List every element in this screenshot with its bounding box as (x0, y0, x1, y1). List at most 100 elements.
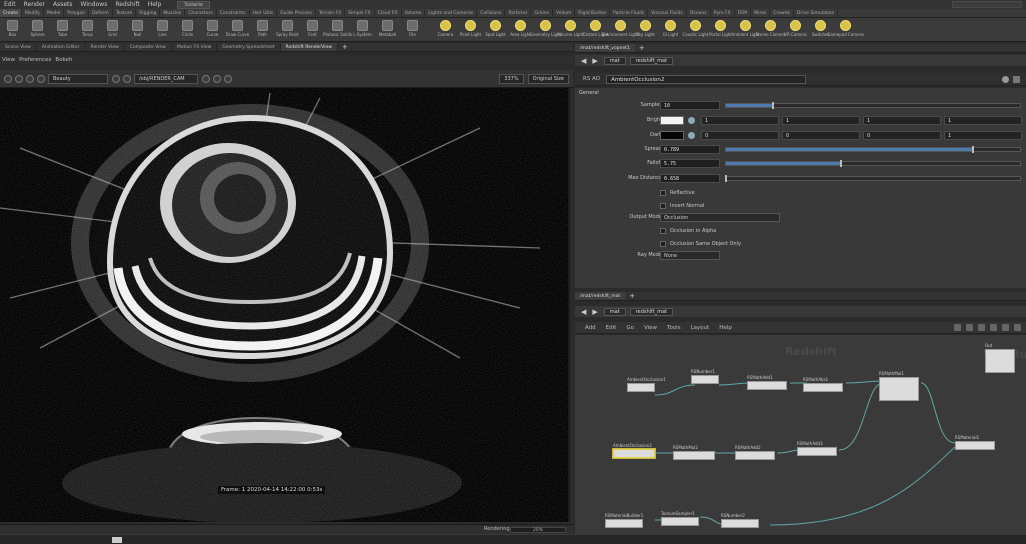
shelf-tab[interactable]: Lights and Cameras (425, 9, 478, 17)
left-pane-tab[interactable]: Motion FX View (172, 43, 218, 51)
add-network-tab-icon[interactable]: + (625, 292, 639, 300)
lock-icon[interactable] (123, 74, 131, 83)
node-body[interactable] (673, 451, 715, 460)
param-value-field[interactable]: 10 (660, 101, 720, 110)
node-body[interactable] (747, 381, 787, 390)
network-editor[interactable]: Redshift VEX Builder AmbientOcclusion1RS… (575, 335, 1026, 534)
shelf-tool[interactable]: Area Light (508, 18, 533, 42)
slider-handle[interactable] (725, 175, 727, 182)
shelf-tool[interactable]: L-System (350, 18, 375, 42)
shelf-tool[interactable]: Geometry Light (530, 18, 561, 42)
node-name-field[interactable]: AmbientOcclusion2 (606, 74, 807, 84)
network-node[interactable]: RSMathMul1 (879, 371, 919, 401)
shelf-tool[interactable]: Gamepad Camera (827, 18, 864, 42)
shelf-tool[interactable]: Font (300, 18, 325, 42)
menu-bokeh[interactable]: Bokeh (53, 56, 74, 64)
net-menu-help[interactable]: Help (719, 325, 732, 331)
shelf-tool[interactable]: Curve (200, 18, 225, 42)
shelf-tool[interactable]: Spray Paint (275, 18, 300, 42)
shelf-tool[interactable]: Path (250, 18, 275, 42)
wrench-icon[interactable] (954, 324, 961, 331)
param-checkbox[interactable] (660, 241, 666, 247)
shelf-tab[interactable]: Cloud FX (375, 9, 402, 17)
menu-render[interactable]: Render (20, 1, 49, 8)
shelf-tab[interactable]: Vellum (553, 9, 576, 17)
menu-assets[interactable]: Assets (49, 1, 77, 8)
net-forward-arrow-icon[interactable]: ▶ (592, 308, 597, 316)
network-node[interactable]: RSMaterialBuilder1 (605, 513, 643, 534)
snap-icon[interactable] (978, 324, 985, 331)
shelf-tool[interactable]: Metaball (375, 18, 400, 42)
timeline-bar[interactable] (0, 534, 1026, 544)
node-body[interactable] (661, 517, 699, 526)
focus-icon[interactable] (213, 74, 221, 83)
render-start-icon[interactable] (4, 74, 12, 83)
net-menu-view[interactable]: View (644, 325, 657, 331)
color-component-field[interactable]: 1 (863, 116, 941, 125)
left-pane-tab[interactable]: Composite View (125, 43, 172, 51)
net-crumb-mat[interactable]: mat (603, 307, 626, 316)
shelf-tool[interactable]: File (400, 18, 425, 42)
network-node[interactable]: RSMathAdd3 (797, 441, 837, 463)
menu-edit[interactable]: Edit (0, 1, 20, 8)
param-slider[interactable] (725, 102, 1021, 109)
param-checkbox[interactable] (660, 190, 666, 196)
left-pane-tab[interactable]: Animation Editor (37, 43, 86, 51)
forward-arrow-icon[interactable]: ▶ (592, 57, 597, 65)
shelf-tool[interactable]: Stereo Camera (756, 18, 786, 42)
node-body[interactable] (627, 383, 655, 392)
help-icon[interactable] (1013, 75, 1020, 83)
shelf-tab[interactable]: Particles (505, 9, 532, 17)
shelf-tab[interactable]: Modify (22, 9, 44, 17)
shelf-tab[interactable]: Rigging (136, 9, 161, 17)
snapshot-icon[interactable] (26, 74, 34, 83)
zoom-field[interactable]: 337% (499, 73, 524, 84)
network-node[interactable]: RSMathMul2 (673, 445, 715, 467)
shelf-tool[interactable]: Torus (75, 18, 100, 42)
exposure-icon[interactable] (224, 74, 232, 83)
shelf-tool[interactable]: Sphere (25, 18, 50, 42)
shelf-tool[interactable]: Spot Light (483, 18, 508, 42)
shelf-tool[interactable]: Distant Light (583, 18, 608, 42)
param-value-field[interactable]: 5.75 (660, 159, 720, 168)
info-icon[interactable] (1014, 324, 1021, 331)
param-checkbox[interactable] (660, 203, 666, 209)
list-icon[interactable] (990, 324, 997, 331)
shelf-tab[interactable]: Particle Fluids (610, 9, 649, 17)
shelf-tool[interactable]: Sky Light (633, 18, 658, 42)
node-body[interactable] (691, 375, 719, 384)
shelf-tab[interactable]: Texture (113, 9, 137, 17)
net-crumb-redshift[interactable]: redshift_mat (629, 307, 674, 316)
tab-param[interactable]: /mat/redshift_vopnet1 (575, 44, 635, 52)
param-menu[interactable]: None (660, 251, 720, 260)
channel-icon[interactable] (112, 74, 120, 83)
left-pane-tab[interactable]: Redshift RenderView (280, 43, 338, 51)
shelf-tool[interactable]: Environment Light (602, 18, 639, 42)
net-menu-edit[interactable]: Edit (606, 325, 617, 331)
color-component-field[interactable]: 1 (944, 131, 1022, 140)
network-node[interactable]: RSNumber2 (721, 513, 759, 534)
shelf-tab[interactable]: Hair Utils (250, 9, 278, 17)
node-body[interactable] (955, 441, 995, 450)
menu-preferences[interactable]: Preferences (17, 56, 53, 64)
network-node[interactable]: RSMathAbs1 (803, 377, 843, 399)
shelf-tab[interactable]: Wires (751, 9, 771, 17)
shelf-tab[interactable]: Terrain FX (316, 9, 346, 17)
shelf-tool[interactable]: Camera (433, 18, 458, 42)
color-component-field[interactable]: 0 (863, 131, 941, 140)
shelf-tab[interactable]: Viscous Fluids (648, 9, 687, 17)
network-node[interactable]: RSMaterial1 (955, 435, 995, 457)
color-component-field[interactable]: 1 (701, 116, 779, 125)
shelf-tool[interactable]: Platonic Solids (323, 18, 352, 42)
shelf-tool[interactable]: Grid (100, 18, 125, 42)
color-picker-icon[interactable] (688, 117, 695, 124)
param-value-field[interactable]: 0.658 (660, 174, 720, 183)
network-node[interactable]: RSMathAdd2 (735, 445, 775, 467)
net-menu-layout[interactable]: Layout (691, 325, 710, 331)
left-pane-tab[interactable]: Render View (86, 43, 125, 51)
param-checkbox[interactable] (660, 228, 666, 234)
shelf-tool[interactable]: Null (125, 18, 150, 42)
add-left-tab-icon[interactable]: + (338, 43, 352, 51)
aov-dropdown[interactable]: Beauty (48, 73, 108, 84)
color-component-field[interactable]: 0 (701, 131, 779, 140)
